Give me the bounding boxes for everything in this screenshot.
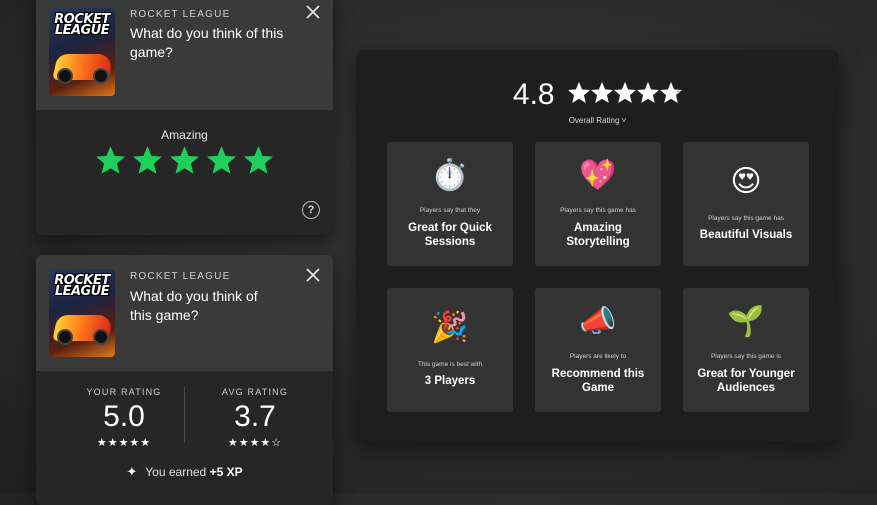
xp-prefix: You earned xyxy=(145,465,207,479)
insight-caption: Players say this game has xyxy=(560,207,636,214)
close-icon[interactable] xyxy=(305,267,321,283)
insight-title: Great for Younger Audiences xyxy=(697,368,795,394)
rating-result-card: ROCKET LEAGUE ROCKET LEAGUE What do you … xyxy=(36,255,333,505)
insight-caption: This game is best with xyxy=(417,361,483,368)
insight-caption: Players say that they xyxy=(419,207,481,214)
card-header: ROCKET LEAGUE ROCKET LEAGUE What do you … xyxy=(36,0,333,110)
rating-label: Amazing xyxy=(161,128,208,142)
insight-title: Beautiful Visuals xyxy=(699,229,793,241)
wheel-graphic xyxy=(93,68,109,84)
insight-title: Amazing Storytelling xyxy=(566,222,630,248)
insight-title: Recommend this Game xyxy=(551,368,645,394)
xp-earned: ✦ You earned +5 XP xyxy=(36,464,333,480)
cover-logo: ROCKET LEAGUE xyxy=(54,273,110,299)
game-brand: ROCKET LEAGUE xyxy=(130,9,231,20)
star-3-icon[interactable] xyxy=(168,144,201,177)
game-cover-image: ROCKET LEAGUE xyxy=(49,8,115,96)
insight-tile: 😍 Players say this game has Beautiful Visu… xyxy=(683,142,809,266)
stopwatch-icon: ⏱️ xyxy=(431,159,469,192)
insight-caption: Players say this game has xyxy=(708,215,784,222)
rating-question: What do you think of this game? xyxy=(130,25,284,60)
avg-rating: AVG RATING 3.7 ★★★★☆ xyxy=(195,387,315,449)
seedling-icon: 🌱 xyxy=(727,305,765,338)
star-5-icon[interactable] xyxy=(242,144,275,177)
card-header: ROCKET LEAGUE ROCKET LEAGUE What do you … xyxy=(36,255,333,371)
overall-star-icon xyxy=(636,81,659,103)
your-rating: YOUR RATING 5.0 ★★★★★ xyxy=(64,387,184,449)
avg-rating-value: 3.7 xyxy=(234,400,276,433)
overall-star-icon xyxy=(613,81,636,103)
your-rating-label: YOUR RATING xyxy=(86,387,162,397)
avg-rating-stars: ★★★★☆ xyxy=(227,437,283,449)
rating-question: What do you think of this game? xyxy=(130,288,258,323)
close-icon[interactable] xyxy=(305,4,321,20)
overall-star-icon xyxy=(567,81,590,103)
star-rating-input[interactable] xyxy=(36,144,333,182)
insight-caption: Players say this game is xyxy=(710,353,782,360)
insight-tile: 📣 Players are likely to Recommend this Gam… xyxy=(535,288,661,412)
party-popper-icon: 🎉 xyxy=(431,311,469,344)
wheel-graphic xyxy=(57,68,73,84)
insight-tile: 🌱 Players say this game is Great for Young… xyxy=(683,288,809,412)
xp-amount: +5 XP xyxy=(209,465,243,479)
sparkling-heart-icon: 💖 xyxy=(579,159,617,192)
game-brand: ROCKET LEAGUE xyxy=(130,271,231,282)
overall-rating-dropdown[interactable]: Overall Rating ˅ xyxy=(356,116,839,125)
overall-rating: 4.8 xyxy=(356,78,839,112)
avg-rating-label: AVG RATING xyxy=(221,387,289,397)
divider xyxy=(184,387,185,443)
insight-tile: 🎉 This game is best with 3 Players xyxy=(387,288,513,412)
cover-logo: ROCKET LEAGUE xyxy=(54,12,110,38)
insight-title: Great for Quick Sessions xyxy=(408,222,492,248)
insight-caption: Players are likely to xyxy=(569,353,627,360)
ratings-summary-panel: 4.8 Overall Rating ˅ ⏱️ Players say that … xyxy=(356,50,839,442)
your-rating-stars: ★★★★★ xyxy=(96,437,152,449)
insight-tile: ⏱️ Players say that they Great for Quick S… xyxy=(387,142,513,266)
insight-title: 3 Players xyxy=(424,375,476,387)
overall-star-icon xyxy=(590,81,613,103)
sparkle-icon: ✦ xyxy=(126,464,138,479)
overall-score: 4.8 xyxy=(512,78,555,111)
rating-prompt-card: ROCKET LEAGUE ROCKET LEAGUE What do you … xyxy=(36,0,333,235)
star-2-icon[interactable] xyxy=(131,144,164,177)
insight-tile: 💖 Players say this game has Amazing Storyt… xyxy=(535,142,661,266)
heart-eyes-icon: 😍 xyxy=(730,165,762,198)
overall-star-icon xyxy=(659,81,682,103)
star-1-icon[interactable] xyxy=(94,144,127,177)
wheel-graphic xyxy=(57,329,73,345)
overall-stars xyxy=(567,81,682,109)
megaphone-icon: 📣 xyxy=(579,305,617,338)
star-4-icon[interactable] xyxy=(205,144,238,177)
your-rating-value: 5.0 xyxy=(103,400,145,433)
wheel-graphic xyxy=(93,329,109,345)
game-cover-image: ROCKET LEAGUE xyxy=(49,269,115,357)
help-button[interactable]: ? xyxy=(302,201,320,219)
